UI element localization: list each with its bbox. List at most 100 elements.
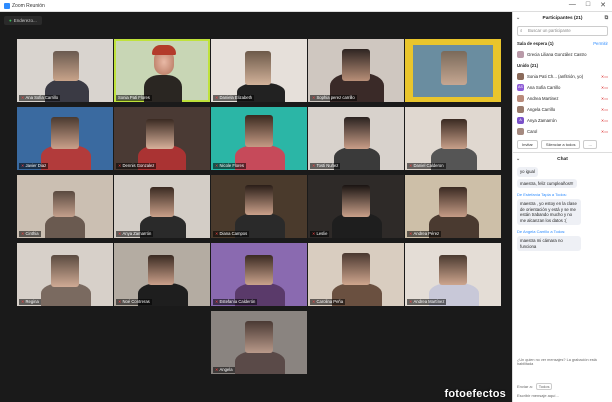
- invite-button[interactable]: Invitar: [517, 140, 538, 149]
- encryption-badge[interactable]: ● Enderezo...: [4, 16, 42, 25]
- tile-name: ✕Ana Sofia Carrillo: [19, 95, 61, 101]
- avatar: [517, 106, 524, 113]
- send-to-select[interactable]: Todos: [535, 383, 553, 390]
- chevron-down-icon[interactable]: ⌄: [516, 157, 520, 162]
- mute-all-button[interactable]: Silenciar a todos: [540, 140, 581, 149]
- tile-name: ✕Leslie: [310, 231, 330, 237]
- chat-message: yo igual: [517, 167, 538, 177]
- video-tile[interactable]: ✕Carolina Peña: [308, 243, 404, 306]
- video-tile[interactable]: ✕Angela: [211, 311, 307, 374]
- chat-input-area: Enviar a: Todos Escribir mensaje aquí...: [517, 383, 609, 398]
- chat-message: maestra , yo estoy en la clase de orient…: [517, 199, 581, 225]
- video-tile[interactable]: [405, 39, 501, 102]
- mic-muted-icon: ✕: [312, 163, 316, 168]
- chat-sender: De Angela Carrillo a Todos:: [517, 229, 566, 234]
- mic-muted-icon: ✕: [21, 299, 25, 304]
- avatar: [517, 128, 524, 135]
- participant-row[interactable]: Carol ✕▭: [513, 126, 612, 137]
- chat-message-input[interactable]: Escribir mensaje aquí...: [517, 393, 609, 398]
- shield-icon: ●: [9, 18, 12, 23]
- waiting-participant[interactable]: Grecia Liliana González Castro: [513, 49, 612, 60]
- participant-row[interactable]: Angela Carrillo ✕▭: [513, 104, 612, 115]
- tile-name: ✕Estefanía Calderón: [213, 299, 258, 305]
- admit-all-button[interactable]: Permitir: [593, 41, 608, 46]
- mic-muted-icon: ✕▭: [600, 107, 608, 112]
- chevron-down-icon[interactable]: ⌄: [516, 16, 520, 21]
- video-tile[interactable]: ✕Andrea Martínez: [405, 243, 501, 306]
- tile-name: ✕Daniela Elizabeth: [213, 95, 255, 101]
- mic-muted-icon: ✕: [409, 163, 413, 168]
- tile-name: ✕Javier Diaz: [19, 163, 49, 169]
- joined-section[interactable]: Unido (21): [513, 60, 612, 71]
- participant-row[interactable]: AS Ana Sofia Carrillo ✕▭: [513, 82, 612, 93]
- mic-muted-icon: ✕: [118, 299, 122, 304]
- video-tile[interactable]: ✕Regina: [17, 243, 113, 306]
- tile-name: ✕Andrea Martínez: [407, 299, 447, 305]
- video-tile[interactable]: ✕Nicole Flores: [211, 107, 307, 170]
- encryption-label: Enderezo...: [13, 18, 37, 23]
- mic-muted-icon: ✕: [312, 95, 316, 100]
- mic-muted-icon: ✕: [21, 95, 25, 100]
- video-tile[interactable]: ✕Tosti Nuñez: [308, 107, 404, 170]
- zoom-window: Zoom Reunión — □ ✕ ● Enderezo... ✕Ana Sof…: [0, 0, 612, 402]
- mic-muted-icon: ✕: [312, 299, 316, 304]
- mic-muted-icon: ✕▭: [600, 85, 608, 90]
- close-button[interactable]: ✕: [600, 1, 606, 9]
- tile-name: Sonia Pati Flores: [116, 95, 152, 101]
- mic-muted-icon: ✕: [21, 163, 25, 168]
- tile-name: ✕Tosti Nuñez: [310, 163, 341, 169]
- tile-name: ✕Daniel Calderon: [407, 163, 446, 169]
- chat-sender: De Estefanía Tapia a Todos:: [517, 192, 567, 197]
- mic-muted-icon: ✕: [215, 367, 219, 372]
- video-tile[interactable]: ✕Andrea Pérez: [405, 175, 501, 238]
- tile-name: ✕Sophia perez carrillo: [310, 95, 357, 101]
- video-tile[interactable]: ✕Ana Sofia Carrillo: [17, 39, 113, 102]
- maximize-button[interactable]: □: [586, 1, 590, 9]
- video-tile[interactable]: ✕Daniel Calderon: [405, 107, 501, 170]
- avatar: A: [517, 117, 524, 124]
- participant-row[interactable]: Andrea Martinez ✕▭: [513, 93, 612, 104]
- chat-section: ⌄ Chat yo igual maestra, feliz cumpleaño…: [513, 152, 612, 251]
- waiting-room-section[interactable]: Sala de espera (1) Permitir: [513, 38, 612, 49]
- avatar: AS: [517, 84, 524, 91]
- mic-muted-icon: ✕▭: [600, 118, 608, 123]
- mic-muted-icon: ✕: [215, 163, 219, 168]
- mic-muted-icon: ✕: [215, 231, 219, 236]
- mic-muted-icon: ✕: [409, 231, 413, 236]
- participant-row[interactable]: A Anya Zamarrón ✕▭: [513, 115, 612, 126]
- more-button[interactable]: ...: [583, 140, 597, 149]
- tile-name: ✕Carolina Peña: [310, 299, 346, 305]
- mic-muted-icon: ✕: [215, 95, 219, 100]
- popout-icon[interactable]: ⧉: [605, 15, 608, 21]
- tile-name: ✕Andrea Pérez: [407, 231, 442, 237]
- video-tile[interactable]: ✕Dennis Gonzalez: [114, 107, 210, 170]
- participant-search-input[interactable]: ⌕ Buscar un participante: [517, 26, 608, 36]
- participant-row[interactable]: Sonia Pati Ch... (anfitrión, yo) ✕▭: [513, 71, 612, 82]
- tile-name: ✕Diana Campos: [213, 231, 250, 237]
- mic-muted-icon: ✕: [215, 299, 219, 304]
- mic-muted-icon: ✕: [312, 231, 316, 236]
- mic-muted-icon: ✕: [21, 231, 25, 236]
- video-tile[interactable]: ✕Cinthia: [17, 175, 113, 238]
- video-tile[interactable]: ✕Sophia perez carrillo: [308, 39, 404, 102]
- video-tile[interactable]: ✕Leslie: [308, 175, 404, 238]
- send-to-label: Enviar a:: [517, 384, 533, 389]
- video-tile[interactable]: ✕Daniela Elizabeth: [211, 39, 307, 102]
- video-tile[interactable]: ✕Javier Diaz: [17, 107, 113, 170]
- mic-muted-icon: ✕▭: [600, 96, 608, 101]
- video-tile[interactable]: ✕Diana Campos: [211, 175, 307, 238]
- minimize-button[interactable]: —: [569, 1, 576, 9]
- mic-muted-icon: ✕: [118, 163, 122, 168]
- video-tile[interactable]: ✕Noé Contreras: [114, 243, 210, 306]
- search-icon: ⌕: [520, 28, 523, 33]
- video-tile[interactable]: ✕Anya Zamarrón: [114, 175, 210, 238]
- tile-name: ✕Cinthia: [19, 231, 41, 237]
- tile-name: ✕Angela: [213, 367, 235, 373]
- title-bar: Zoom Reunión — □ ✕: [0, 0, 612, 12]
- video-tile[interactable]: ✕Estefanía Calderón: [211, 243, 307, 306]
- recording-hint: ¿Un quien no ver mensajes? La grabación …: [517, 358, 597, 366]
- tile-name: ✕Noé Contreras: [116, 299, 152, 305]
- video-tile-active-speaker[interactable]: Sonia Pati Flores: [114, 39, 210, 102]
- window-title: Zoom Reunión: [12, 3, 45, 9]
- avatar: [517, 51, 524, 58]
